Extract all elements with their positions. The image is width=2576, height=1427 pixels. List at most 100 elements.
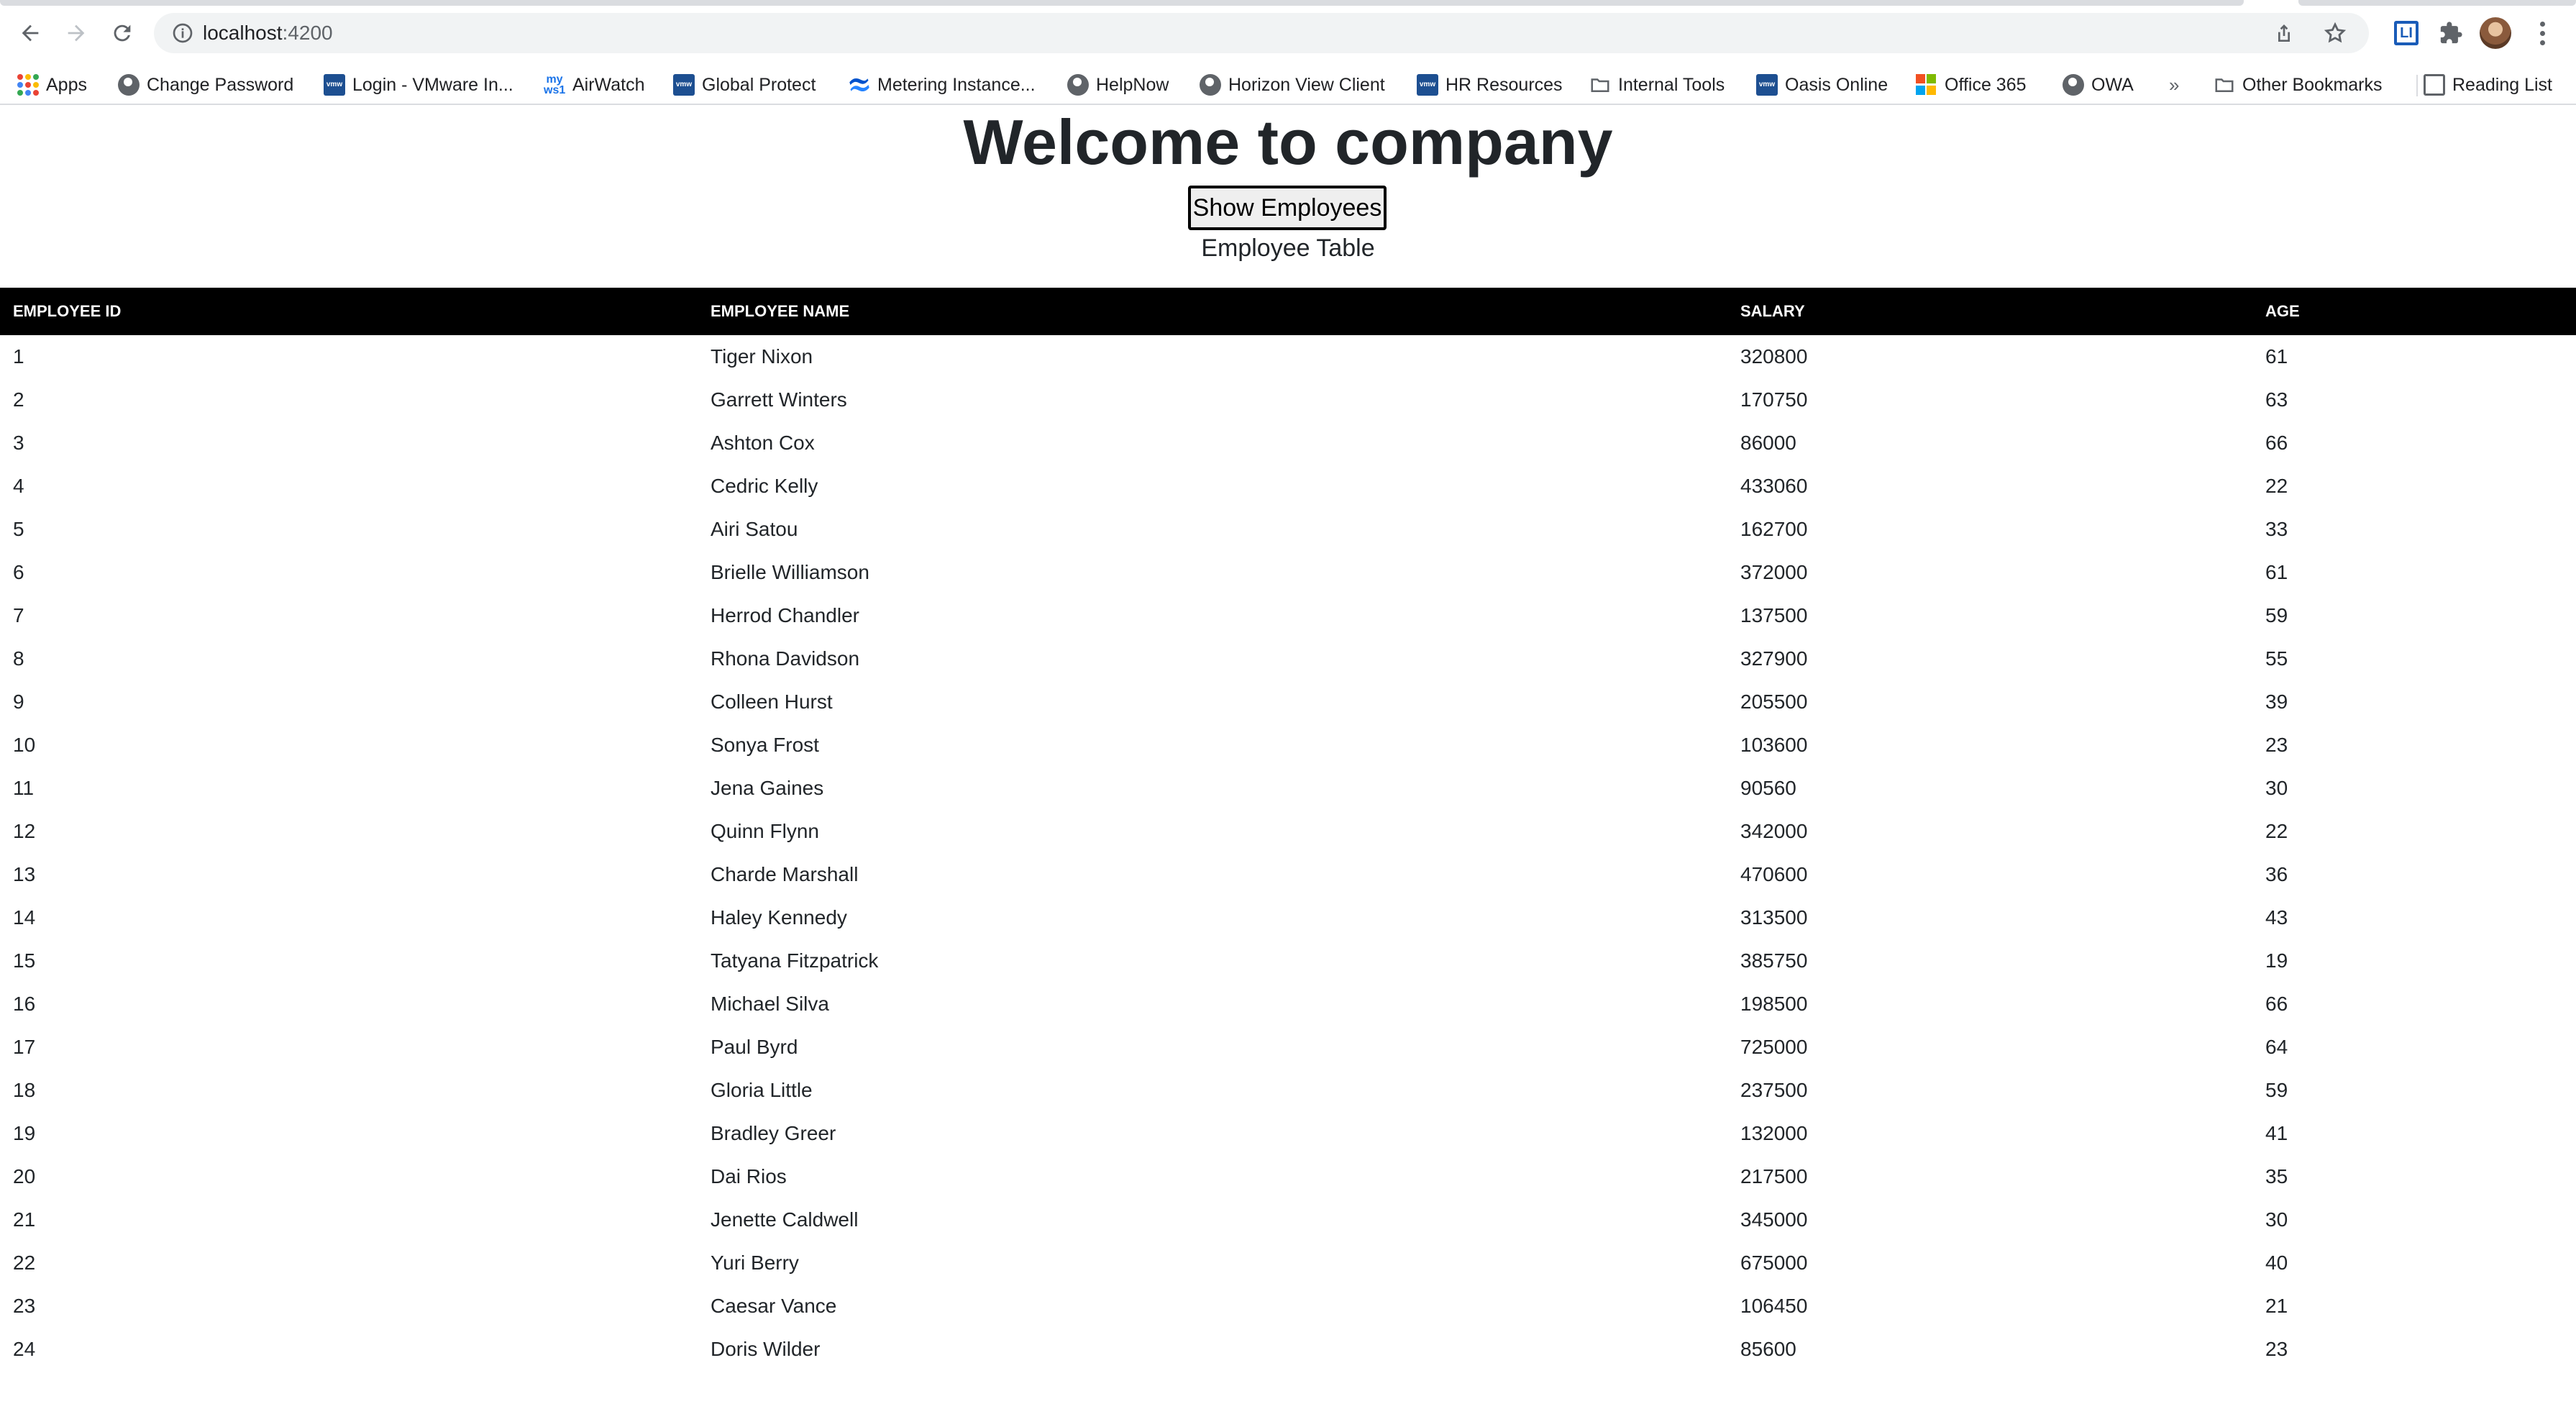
- extension-li-button[interactable]: LI: [2390, 17, 2422, 49]
- cell-salary: 385750: [1740, 949, 1808, 972]
- cell-salary: 90560: [1740, 777, 1796, 799]
- cell-employee-name: Haley Kennedy: [711, 906, 847, 929]
- table-row: 12 Quinn Flynn 342000 22: [0, 810, 2576, 853]
- cell-employee-name: Caesar Vance: [711, 1295, 837, 1317]
- cell-employee-name: Bradley Greer: [711, 1122, 836, 1144]
- workspace-one-icon: my ws1: [544, 73, 566, 96]
- table-row: 10 Sonya Frost 103600 23: [0, 724, 2576, 767]
- cell-employee-id: 1: [13, 345, 24, 368]
- cell-salary: 433060: [1740, 475, 1808, 497]
- cell-salary: 86000: [1740, 432, 1796, 454]
- cell-employee-name: Tiger Nixon: [711, 345, 813, 368]
- cell-salary: 470600: [1740, 863, 1808, 885]
- cell-employee-name: Brielle Williamson: [711, 561, 869, 583]
- cell-age: 66: [2265, 432, 2288, 454]
- address-bar[interactable]: localhost:4200: [154, 13, 2369, 53]
- forward-arrow-icon: [68, 24, 85, 42]
- page-content: Welcome to company Show Employees Employ…: [0, 106, 2576, 1427]
- table-row: 24 Doris Wilder 85600 23: [0, 1328, 2576, 1371]
- table-row: 15 Tatyana Fitzpatrick 385750 19: [0, 939, 2576, 983]
- bookmark-login-vmware[interactable]: vmw Login - VMware In...: [324, 66, 513, 104]
- cell-salary: 137500: [1740, 604, 1808, 626]
- show-employees-button[interactable]: Show Employees: [1188, 186, 1387, 230]
- cell-age: 22: [2265, 820, 2288, 842]
- vmware-icon: vmw: [1417, 74, 1438, 96]
- forward-button[interactable]: [58, 14, 95, 52]
- bookmark-hr-resources[interactable]: vmw HR Resources: [1417, 66, 1563, 104]
- bookmark-global-protect[interactable]: vmw Global Protect: [673, 66, 816, 104]
- microsoft-icon: [1916, 74, 1937, 96]
- cell-employee-name: Michael Silva: [711, 993, 829, 1015]
- table-caption: Employee Table: [1201, 234, 1375, 262]
- bookmark-star-icon[interactable]: [2323, 21, 2347, 45]
- table-row: 2 Garrett Winters 170750 63: [0, 378, 2576, 421]
- cell-age: 21: [2265, 1295, 2288, 1317]
- column-header-salary: SALARY: [1740, 302, 1805, 320]
- bookmark-metering-instance[interactable]: Metering Instance...: [849, 66, 1036, 104]
- bookmark-internal-tools[interactable]: Internal Tools: [1589, 66, 1725, 104]
- vmware-icon: vmw: [1756, 74, 1778, 96]
- column-header-age: AGE: [2265, 302, 2300, 320]
- puzzle-icon: [2440, 22, 2462, 44]
- table-row: 9 Colleen Hurst 205500 39: [0, 680, 2576, 724]
- cell-age: 55: [2265, 647, 2288, 670]
- bookmark-owa[interactable]: OWA: [2063, 66, 2134, 104]
- bookmarks-overflow-button[interactable]: »: [2169, 66, 2179, 104]
- cell-employee-name: Jena Gaines: [711, 777, 824, 799]
- cell-employee-name: Colleen Hurst: [711, 690, 833, 713]
- cell-salary: 106450: [1740, 1295, 1808, 1317]
- cell-salary: 725000: [1740, 1036, 1808, 1058]
- folder-icon: [1591, 78, 1609, 92]
- cell-salary: 170750: [1740, 388, 1808, 411]
- bookmark-office-365[interactable]: Office 365: [1916, 66, 2027, 104]
- table-row: 13 Charde Marshall 470600 36: [0, 853, 2576, 896]
- cell-employee-name: Herrod Chandler: [711, 604, 859, 626]
- table-row: 22 Yuri Berry 675000 40: [0, 1241, 2576, 1285]
- cell-employee-id: 9: [13, 690, 24, 713]
- bookmark-label: Apps: [46, 74, 87, 95]
- cell-age: 63: [2265, 388, 2288, 411]
- cell-employee-id: 17: [13, 1036, 36, 1058]
- cell-salary: 372000: [1740, 561, 1808, 583]
- bookmark-change-password[interactable]: Change Password: [118, 66, 293, 104]
- share-icon[interactable]: [2273, 22, 2296, 45]
- menu-dot: [2539, 40, 2545, 45]
- info-icon[interactable]: [171, 22, 194, 45]
- cell-employee-name: Gloria Little: [711, 1079, 813, 1101]
- bookmark-label: Horizon View Client: [1228, 74, 1385, 95]
- bookmark-oasis-online[interactable]: vmw Oasis Online: [1756, 66, 1888, 104]
- cell-age: 30: [2265, 1208, 2288, 1231]
- profile-avatar[interactable]: [2480, 17, 2511, 49]
- cell-salary: 162700: [1740, 518, 1808, 540]
- bookmark-helpnow[interactable]: HelpNow: [1067, 66, 1169, 104]
- other-bookmarks[interactable]: Other Bookmarks: [2214, 66, 2383, 104]
- globe-icon: [1067, 74, 1089, 96]
- table-row: 3 Ashton Cox 86000 66: [0, 421, 2576, 465]
- globe-icon: [1200, 74, 1221, 96]
- cell-age: 61: [2265, 561, 2288, 583]
- vmware-icon: vmw: [324, 74, 345, 96]
- url-port: :4200: [282, 22, 333, 44]
- cell-employee-id: 12: [13, 820, 36, 842]
- table-row: 19 Bradley Greer 132000 41: [0, 1112, 2576, 1155]
- reading-list[interactable]: Reading List: [2424, 66, 2552, 104]
- back-arrow-icon: [22, 24, 39, 42]
- reload-button[interactable]: [104, 14, 141, 52]
- bookmarks-divider: [2416, 75, 2418, 96]
- bookmark-horizon-view[interactable]: Horizon View Client: [1200, 66, 1385, 104]
- bookmark-airwatch[interactable]: my ws1 AirWatch: [544, 66, 644, 104]
- cell-employee-id: 2: [13, 388, 24, 411]
- table-row: 23 Caesar Vance 106450 21: [0, 1285, 2576, 1328]
- reading-list-label: Reading List: [2452, 74, 2552, 95]
- cell-age: 64: [2265, 1036, 2288, 1058]
- table-row: 18 Gloria Little 237500 59: [0, 1069, 2576, 1112]
- table-row: 11 Jena Gaines 90560 30: [0, 767, 2576, 810]
- cell-employee-name: Jenette Caldwell: [711, 1208, 859, 1231]
- bookmark-apps[interactable]: Apps: [17, 66, 87, 104]
- cell-employee-name: Charde Marshall: [711, 863, 859, 885]
- url-text[interactable]: localhost:4200: [203, 22, 333, 45]
- browser-menu-button[interactable]: [2531, 17, 2553, 49]
- extensions-button[interactable]: [2435, 17, 2467, 49]
- cell-salary: 327900: [1740, 647, 1808, 670]
- back-button[interactable]: [12, 14, 49, 52]
